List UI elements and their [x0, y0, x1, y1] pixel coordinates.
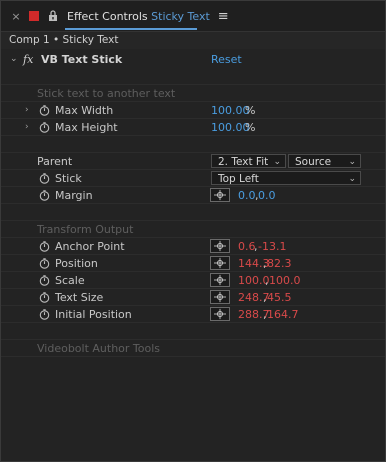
expand-chevron-icon[interactable]: › [25, 119, 29, 136]
value-separator: , [254, 240, 258, 253]
spacer-row [1, 356, 385, 374]
section-label: Transform Output [37, 223, 134, 236]
effect-controls-panel: × Effect Controls Sticky Text ≡ Comp 1 •… [0, 0, 386, 462]
position-y-value[interactable]: 82.3 [267, 255, 292, 272]
property-row-initial-position: Initial Position 288.7 , 164.7 [1, 305, 385, 323]
max-width-value[interactable]: 100.00 [211, 102, 250, 119]
stopwatch-icon[interactable] [39, 173, 50, 184]
section-header-transform: Transform Output [1, 220, 385, 238]
point-picker-icon[interactable] [210, 239, 230, 253]
chevron-down-icon: ⌄ [348, 157, 356, 167]
close-tab-icon[interactable]: × [11, 10, 21, 23]
property-row-anchor-point: Anchor Point 0.6 , -13.1 [1, 237, 385, 255]
stopwatch-icon[interactable] [39, 241, 50, 252]
property-row-max-width: › Max Width 100.00 % [1, 101, 385, 119]
section-header-author-tools: Videobolt Author Tools [1, 339, 385, 357]
unit-label: % [245, 104, 256, 117]
point-picker-icon[interactable] [210, 307, 230, 321]
point-picker-icon[interactable] [210, 256, 230, 270]
stopwatch-icon[interactable] [39, 122, 50, 133]
property-row-margin: Margin 0.0 , 0.0 [1, 186, 385, 204]
spacer-row [1, 135, 385, 153]
property-label: Position [55, 257, 98, 270]
value-separator: , [263, 291, 267, 304]
margin-y-value[interactable]: 0.0 [258, 187, 276, 204]
spacer-row [1, 322, 385, 340]
section-label: Stick text to another text [37, 87, 176, 100]
expand-chevron-icon[interactable]: › [25, 102, 29, 119]
property-label: Anchor Point [55, 240, 125, 253]
dropdown-value: Source [295, 156, 332, 168]
property-label: Stick [55, 172, 82, 185]
unit-label: % [245, 121, 256, 134]
property-label: Initial Position [55, 308, 132, 321]
stopwatch-icon[interactable] [39, 292, 50, 303]
chevron-down-icon: ⌄ [348, 174, 356, 184]
value-separator: , [263, 308, 267, 321]
panel-tab-bar: × Effect Controls Sticky Text ≡ [1, 1, 385, 31]
parent-source-dropdown[interactable]: Source ⌄ [288, 154, 361, 168]
stopwatch-icon[interactable] [39, 190, 50, 201]
reset-link[interactable]: Reset [211, 51, 242, 68]
panel-tab-title[interactable]: Effect Controls Sticky Text [67, 10, 210, 23]
section-header-stick: Stick text to another text [1, 84, 385, 102]
active-tab-indicator [65, 28, 197, 30]
value-separator: , [263, 257, 267, 270]
property-row-max-height: › Max Height 100.00 % [1, 118, 385, 136]
dropdown-value: 2. Text Fit [218, 156, 269, 168]
value-separator: , [265, 274, 269, 287]
lock-icon[interactable] [47, 10, 59, 22]
section-label: Videobolt Author Tools [37, 342, 161, 355]
property-label: Text Size [55, 291, 104, 304]
anchor-point-y-value[interactable]: -13.1 [258, 238, 286, 255]
initial-position-y-value[interactable]: 164.7 [267, 306, 299, 323]
stopwatch-icon[interactable] [39, 105, 50, 116]
stick-dropdown[interactable]: Top Left ⌄ [211, 171, 361, 185]
point-picker-icon[interactable] [210, 290, 230, 304]
stopwatch-icon[interactable] [39, 309, 50, 320]
text-size-y-value[interactable]: 45.5 [267, 289, 292, 306]
expand-chevron-icon[interactable]: ⌄ [10, 51, 18, 68]
margin-x-value[interactable]: 0.0 [238, 187, 256, 204]
property-label: Scale [55, 274, 85, 287]
property-label: Max Width [55, 104, 114, 117]
point-picker-icon[interactable] [210, 273, 230, 287]
effects-list: ⌄ fx VB Text Stick Reset Stick text to a… [1, 49, 385, 461]
parent-layer-dropdown[interactable]: 2. Text Fit ⌄ [211, 154, 286, 168]
property-row-scale: Scale 100.0 , 100.0 [1, 271, 385, 289]
panel-menu-icon[interactable]: ≡ [218, 9, 229, 24]
scale-y-value[interactable]: 100.0 [269, 272, 301, 289]
label-color-swatch[interactable] [29, 11, 39, 21]
anchor-point-x-value[interactable]: 0.6 [238, 238, 256, 255]
spacer-row [1, 203, 385, 221]
property-label: Margin [55, 189, 93, 202]
breadcrumb: Comp 1 • Sticky Text [1, 31, 385, 49]
stopwatch-icon[interactable] [39, 275, 50, 286]
property-row-stick: Stick Top Left ⌄ [1, 169, 385, 187]
property-row-parent: Parent 2. Text Fit ⌄ Source ⌄ [1, 152, 385, 170]
property-row-text-size: Text Size 248.7 , 45.5 [1, 288, 385, 306]
point-picker-icon[interactable] [210, 188, 230, 202]
property-label: Max Height [55, 121, 118, 134]
dropdown-value: Top Left [218, 173, 259, 185]
chevron-down-icon: ⌄ [273, 157, 281, 167]
effect-name: VB Text Stick [41, 53, 123, 66]
effect-header-row[interactable]: ⌄ fx VB Text Stick Reset [1, 51, 385, 68]
property-row-position: Position 144.3 , 82.3 [1, 254, 385, 272]
panel-tab-layer-name: Sticky Text [151, 9, 210, 23]
fx-toggle-icon[interactable]: fx [23, 51, 33, 68]
max-height-value[interactable]: 100.00 [211, 119, 250, 136]
property-label: Parent [37, 155, 73, 168]
stopwatch-icon[interactable] [39, 258, 50, 269]
panel-tab-prefix: Effect Controls [67, 9, 148, 23]
